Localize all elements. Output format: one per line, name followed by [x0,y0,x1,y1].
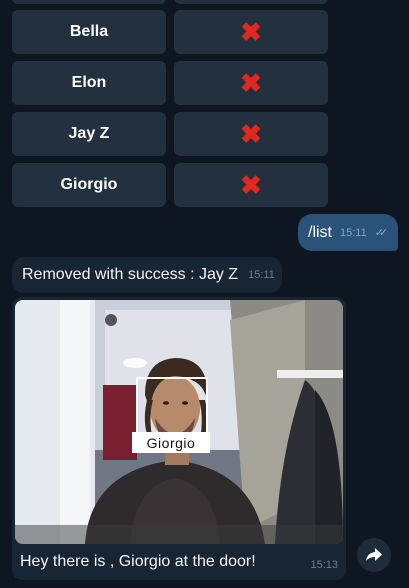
doorbell-photo[interactable]: Giorgio [15,300,343,544]
name-button-jay-z[interactable]: Jay Z [12,112,166,156]
red-cross-icon: ✖ [240,170,262,200]
photo-message[interactable]: Giorgio Hey there is , Giorgio at the do… [12,297,346,580]
keyboard-row: Giorgio ✖ [12,163,328,207]
face-label: Giorgio [132,432,210,453]
outgoing-message-time: 15:11 [340,226,367,239]
outgoing-message-text: /list [308,223,332,241]
forward-arrow-icon [366,548,382,561]
incoming-message-text: Removed with success : Jay Z [22,266,239,283]
keyboard-row: Elon ✖ [12,61,328,105]
photo-caption: Hey there is , Giorgio at the door! [20,553,256,570]
keyboard-remove-button-partial[interactable] [174,0,328,4]
keyboard-row: Bella ✖ [12,10,328,54]
red-cross-icon: ✖ [240,17,262,47]
incoming-message-time: 15:11 [248,269,275,281]
name-button-bella[interactable]: Bella [12,10,166,54]
red-cross-icon: ✖ [240,68,262,98]
photo-message-time: 15:13 [310,559,338,571]
chat-screen: Bella ✖ Elon ✖ Jay Z ✖ Giorgio ✖ /list 1… [0,0,409,588]
red-cross-icon: ✖ [240,119,262,149]
remove-button-elon[interactable]: ✖ [174,61,328,105]
double-check-icon: ✓✓ [374,227,389,239]
keyboard-row: Jay Z ✖ [12,112,328,156]
name-button-elon[interactable]: Elon [12,61,166,105]
incoming-message[interactable]: Removed with success : Jay Z 15:11 [12,257,282,293]
keyboard-name-button-partial[interactable] [12,0,166,4]
outgoing-message[interactable]: /list 15:11 ✓✓ [298,214,398,251]
remove-button-bella[interactable]: ✖ [174,10,328,54]
remove-button-jay-z[interactable]: ✖ [174,112,328,156]
forward-button[interactable] [357,538,391,572]
remove-button-giorgio[interactable]: ✖ [174,163,328,207]
keyboard-row-partial [12,0,328,4]
name-button-giorgio[interactable]: Giorgio [12,163,166,207]
